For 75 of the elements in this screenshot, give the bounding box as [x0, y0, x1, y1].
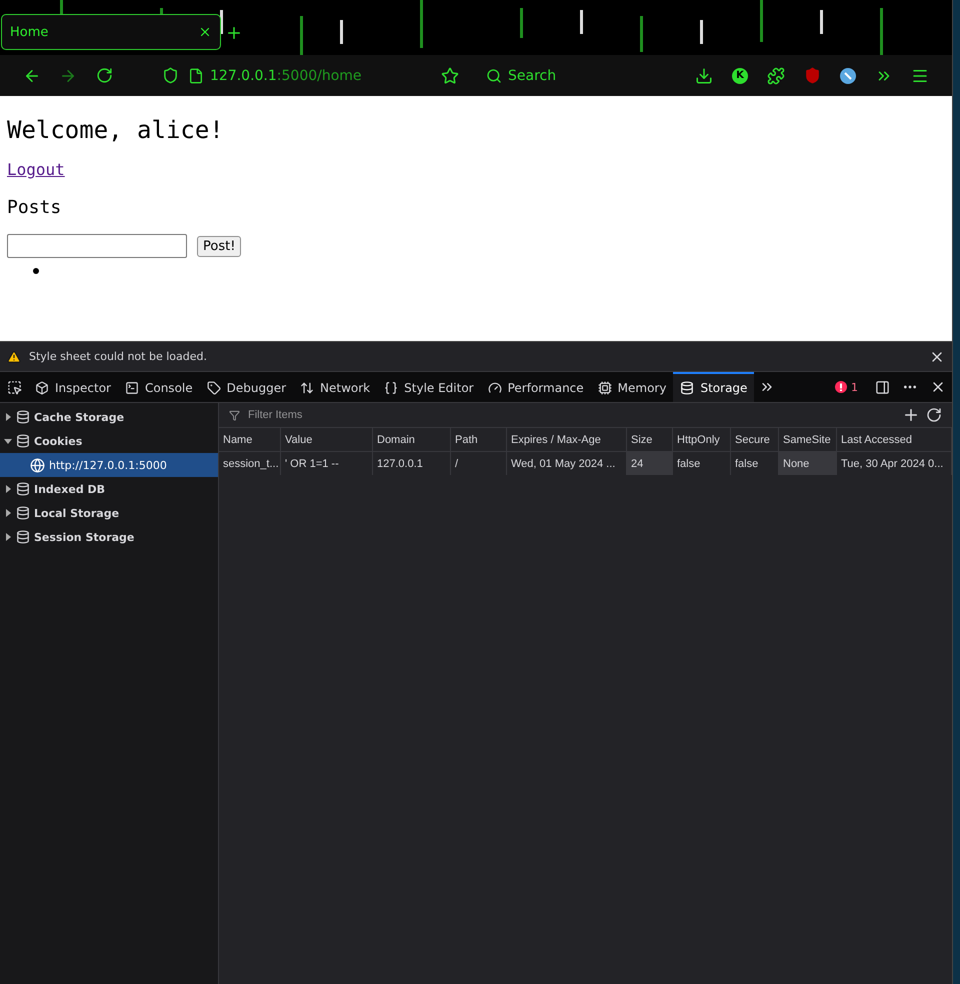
expand-arrow-icon[interactable] — [4, 437, 12, 445]
column-header[interactable]: Domain — [373, 428, 451, 452]
column-header[interactable]: Path — [451, 428, 507, 452]
braces-icon — [384, 381, 398, 395]
expand-arrow-icon[interactable] — [4, 485, 12, 493]
column-header[interactable]: Last Accessed — [837, 428, 952, 452]
tree-item[interactable]: Indexed DB — [0, 477, 218, 501]
refresh-icon[interactable] — [926, 407, 942, 423]
expand-arrow-icon[interactable] — [4, 413, 12, 421]
close-icon[interactable] — [198, 25, 212, 39]
page-icon — [188, 68, 204, 84]
devtools-tab[interactable]: Console — [118, 372, 200, 402]
column-header[interactable]: Size — [627, 428, 673, 452]
globe-icon — [30, 458, 45, 472]
tab-label: Network — [320, 381, 370, 395]
tab-label: Inspector — [55, 381, 111, 395]
search-field[interactable]: Search — [486, 68, 626, 84]
tag-icon — [206, 381, 221, 395]
expand-arrow-icon[interactable] — [4, 533, 12, 541]
chip-icon — [598, 381, 612, 395]
devtools-tab[interactable]: Debugger — [200, 372, 294, 402]
box-icon — [35, 381, 49, 395]
post-button[interactable]: Post! — [197, 236, 242, 256]
tab-label: Style Editor — [404, 381, 474, 395]
add-icon[interactable] — [902, 406, 920, 424]
storage-icon — [680, 381, 694, 395]
tree-item[interactable]: Cookies — [0, 429, 218, 453]
gauge-icon — [488, 381, 502, 395]
list-bullet — [33, 268, 39, 274]
table-cell: 24 — [627, 452, 673, 475]
filter-field[interactable]: Filter Items — [246, 408, 896, 422]
extension-icon[interactable]: K — [732, 68, 748, 84]
url-field[interactable]: 127.0.0.1:5000/home — [210, 68, 362, 84]
storage-icon — [16, 506, 30, 520]
column-header[interactable]: SameSite — [779, 428, 837, 452]
section-heading: Posts — [7, 197, 62, 218]
tree-item[interactable]: Session Storage — [0, 525, 218, 549]
notification-text: Style sheet could not be loaded. — [29, 350, 207, 363]
page-heading: Welcome, alice! — [7, 116, 225, 144]
arrows-icon — [300, 381, 314, 395]
storage-icon — [16, 410, 30, 424]
expand-arrow-icon[interactable] — [4, 509, 12, 517]
column-header[interactable]: Secure — [731, 428, 779, 452]
terminal-icon — [124, 381, 139, 395]
storage-icon — [16, 434, 30, 448]
browser-tab[interactable]: Home — [1, 14, 221, 50]
devtools-tab[interactable]: Storage — [673, 372, 754, 402]
post-input[interactable] — [7, 234, 187, 258]
error-icon — [835, 381, 847, 393]
column-header[interactable]: HttpOnly — [673, 428, 731, 452]
devtools-tab[interactable]: Style Editor — [377, 372, 481, 402]
devtools-tab[interactable]: Performance — [480, 372, 591, 402]
tab-label: Storage — [700, 381, 748, 395]
tab-label: Debugger — [226, 381, 286, 395]
logout-link[interactable]: Logout — [7, 160, 65, 179]
devtools-tab[interactable]: Memory — [590, 372, 674, 402]
tree-item[interactable]: http://127.0.0.1:5000 — [0, 453, 218, 477]
error-count[interactable]: 1 — [825, 372, 868, 402]
filter-icon — [229, 410, 240, 420]
warning-icon — [7, 350, 21, 364]
tab-label: Performance — [508, 381, 584, 395]
tree-item[interactable]: Local Storage — [0, 501, 218, 525]
column-header[interactable]: Value — [281, 428, 373, 452]
devtools-tab[interactable]: Network — [293, 372, 378, 402]
tab-label: Memory — [618, 381, 666, 395]
tab-label: Console — [144, 381, 193, 395]
column-header[interactable]: Name — [219, 428, 281, 452]
table-cell: None — [779, 452, 837, 475]
column-header[interactable]: Expires / Max-Age — [507, 428, 627, 452]
new-tab-icon[interactable] — [225, 24, 243, 42]
tree-item[interactable]: Cache Storage — [0, 405, 218, 429]
search-icon — [486, 68, 502, 84]
storage-icon — [16, 530, 30, 544]
storage-icon — [16, 482, 30, 496]
devtools-tab[interactable]: Inspector — [28, 372, 118, 402]
